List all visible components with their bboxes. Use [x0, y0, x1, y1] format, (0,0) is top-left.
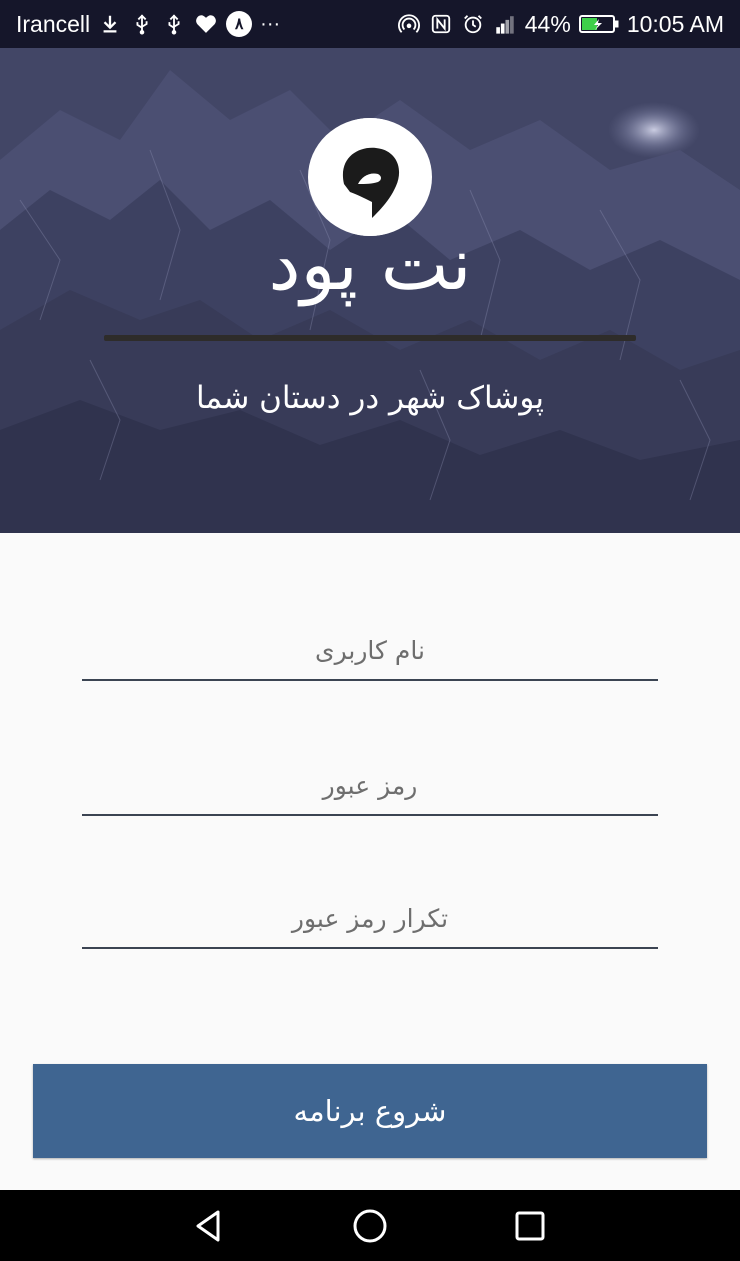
- password-field-wrapper: [82, 756, 658, 816]
- nfc-icon: [429, 12, 453, 36]
- username-input[interactable]: [82, 621, 658, 679]
- download-icon: [98, 12, 122, 36]
- usb-icon: [162, 12, 186, 36]
- password-input[interactable]: [82, 756, 658, 814]
- navigation-bar: [0, 1190, 740, 1261]
- alarm-icon: [461, 12, 485, 36]
- usb-icon: [130, 12, 154, 36]
- more-icon: ···: [260, 12, 281, 35]
- start-app-button[interactable]: شروع برنامه: [33, 1064, 707, 1158]
- hotspot-icon: [397, 12, 421, 36]
- back-triangle-icon[interactable]: [185, 1201, 235, 1251]
- signup-form: شروع برنامه: [0, 533, 740, 1190]
- battery-percent: 44%: [524, 10, 571, 37]
- confirm-password-field-wrapper: [82, 889, 658, 949]
- recents-square-icon[interactable]: [505, 1201, 555, 1251]
- brand-name: نت پود: [268, 222, 472, 306]
- clock: 10:05 AM: [626, 10, 724, 37]
- health-icon: [194, 12, 218, 36]
- brand-logo-icon: [308, 118, 432, 236]
- status-bar: Irancell ۸ ··· 44% 10:05 AM: [0, 0, 740, 48]
- confirm-password-input[interactable]: [82, 889, 658, 947]
- carrier-name: Irancell: [16, 10, 91, 37]
- home-circle-icon[interactable]: [345, 1201, 395, 1251]
- signal-icon: [493, 12, 517, 36]
- badge-icon: ۸: [226, 11, 253, 37]
- hero-banner: نت پود پوشاک شهر در دستان شما: [0, 0, 740, 533]
- tagline: پوشاک شهر در دستان شما: [195, 380, 545, 416]
- hero-divider: [104, 335, 636, 341]
- username-field-wrapper: [82, 621, 658, 681]
- battery-icon: [578, 12, 619, 36]
